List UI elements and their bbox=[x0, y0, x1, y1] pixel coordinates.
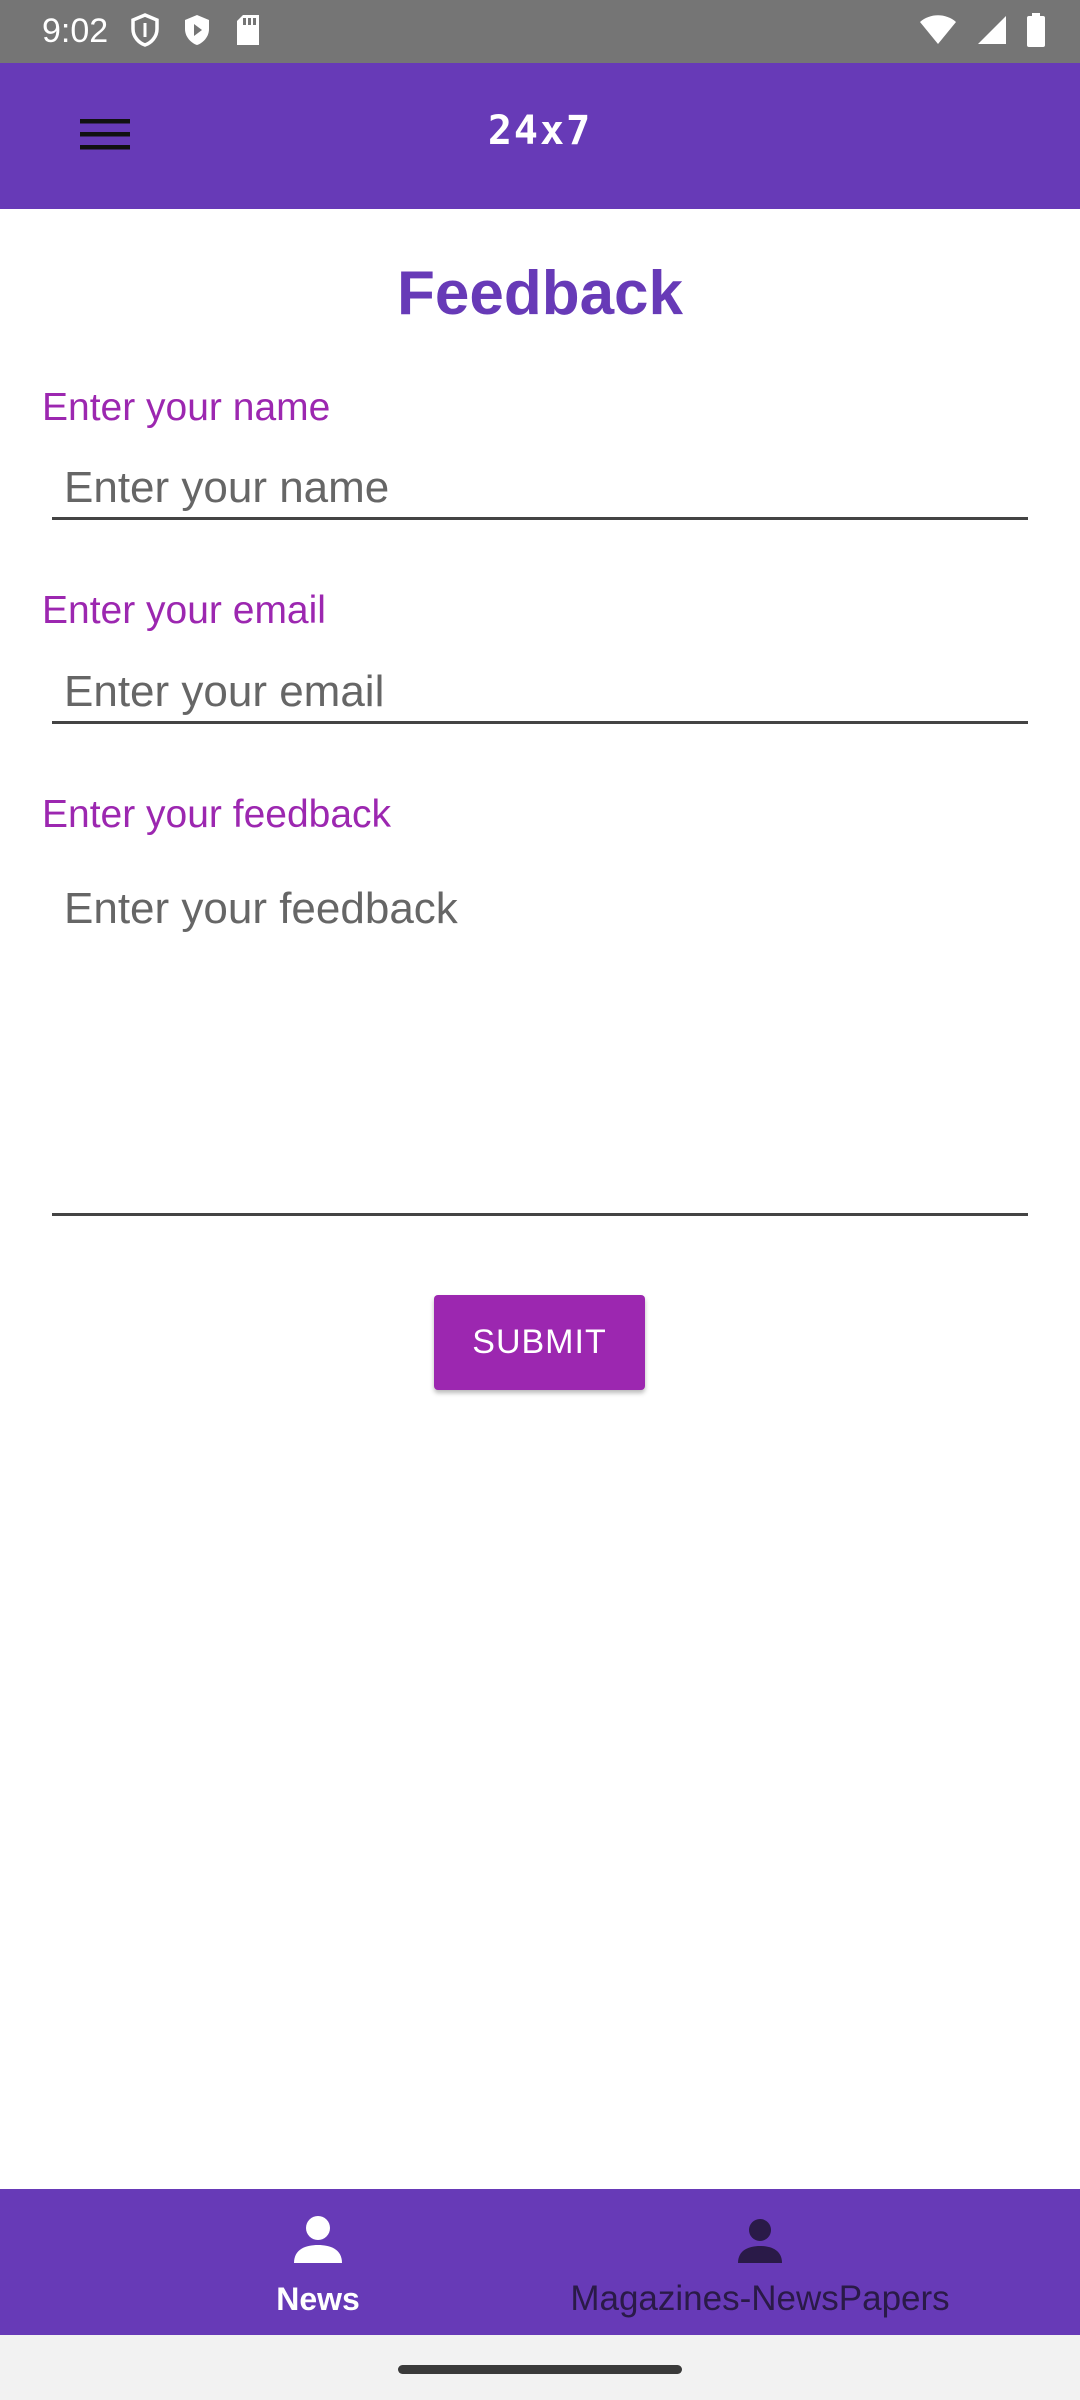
feedback-field-label: Enter your feedback bbox=[42, 793, 392, 836]
person-icon bbox=[290, 2213, 346, 2269]
submit-button[interactable]: SUBMIT bbox=[434, 1295, 645, 1390]
play-protect-icon bbox=[182, 13, 212, 52]
name-field-label: Enter your name bbox=[42, 386, 331, 429]
status-time: 9:02 bbox=[42, 12, 109, 50]
status-notification-icons bbox=[130, 12, 262, 52]
wifi-icon bbox=[918, 14, 958, 51]
shield-icon bbox=[130, 12, 160, 52]
status-system-icons bbox=[918, 12, 1046, 52]
signal-icon bbox=[976, 14, 1008, 51]
email-input[interactable] bbox=[52, 662, 1028, 724]
battery-icon bbox=[1026, 12, 1046, 52]
app-bar: 24x7 bbox=[0, 63, 1080, 209]
feedback-textarea[interactable] bbox=[52, 864, 1028, 1216]
system-navigation-bar bbox=[0, 2335, 1080, 2400]
nav-item-news[interactable]: News bbox=[0, 2189, 540, 2335]
nav-item-magazines-newspapers-label: Magazines-NewsPapers bbox=[570, 2279, 950, 2318]
status-bar: 9:02 bbox=[0, 0, 1080, 63]
email-field-label: Enter your email bbox=[42, 589, 326, 632]
sd-card-icon bbox=[234, 13, 262, 52]
name-input[interactable] bbox=[52, 458, 1028, 520]
person-icon bbox=[732, 2213, 788, 2269]
page-title: Feedback bbox=[396, 259, 684, 328]
home-gesture-handle[interactable] bbox=[398, 2365, 682, 2374]
bottom-navigation: News Magazines-NewsPapers bbox=[0, 2189, 1080, 2335]
app-title: 24x7 bbox=[487, 108, 593, 154]
nav-item-magazines-newspapers[interactable]: Magazines-NewsPapers bbox=[540, 2189, 1080, 2335]
